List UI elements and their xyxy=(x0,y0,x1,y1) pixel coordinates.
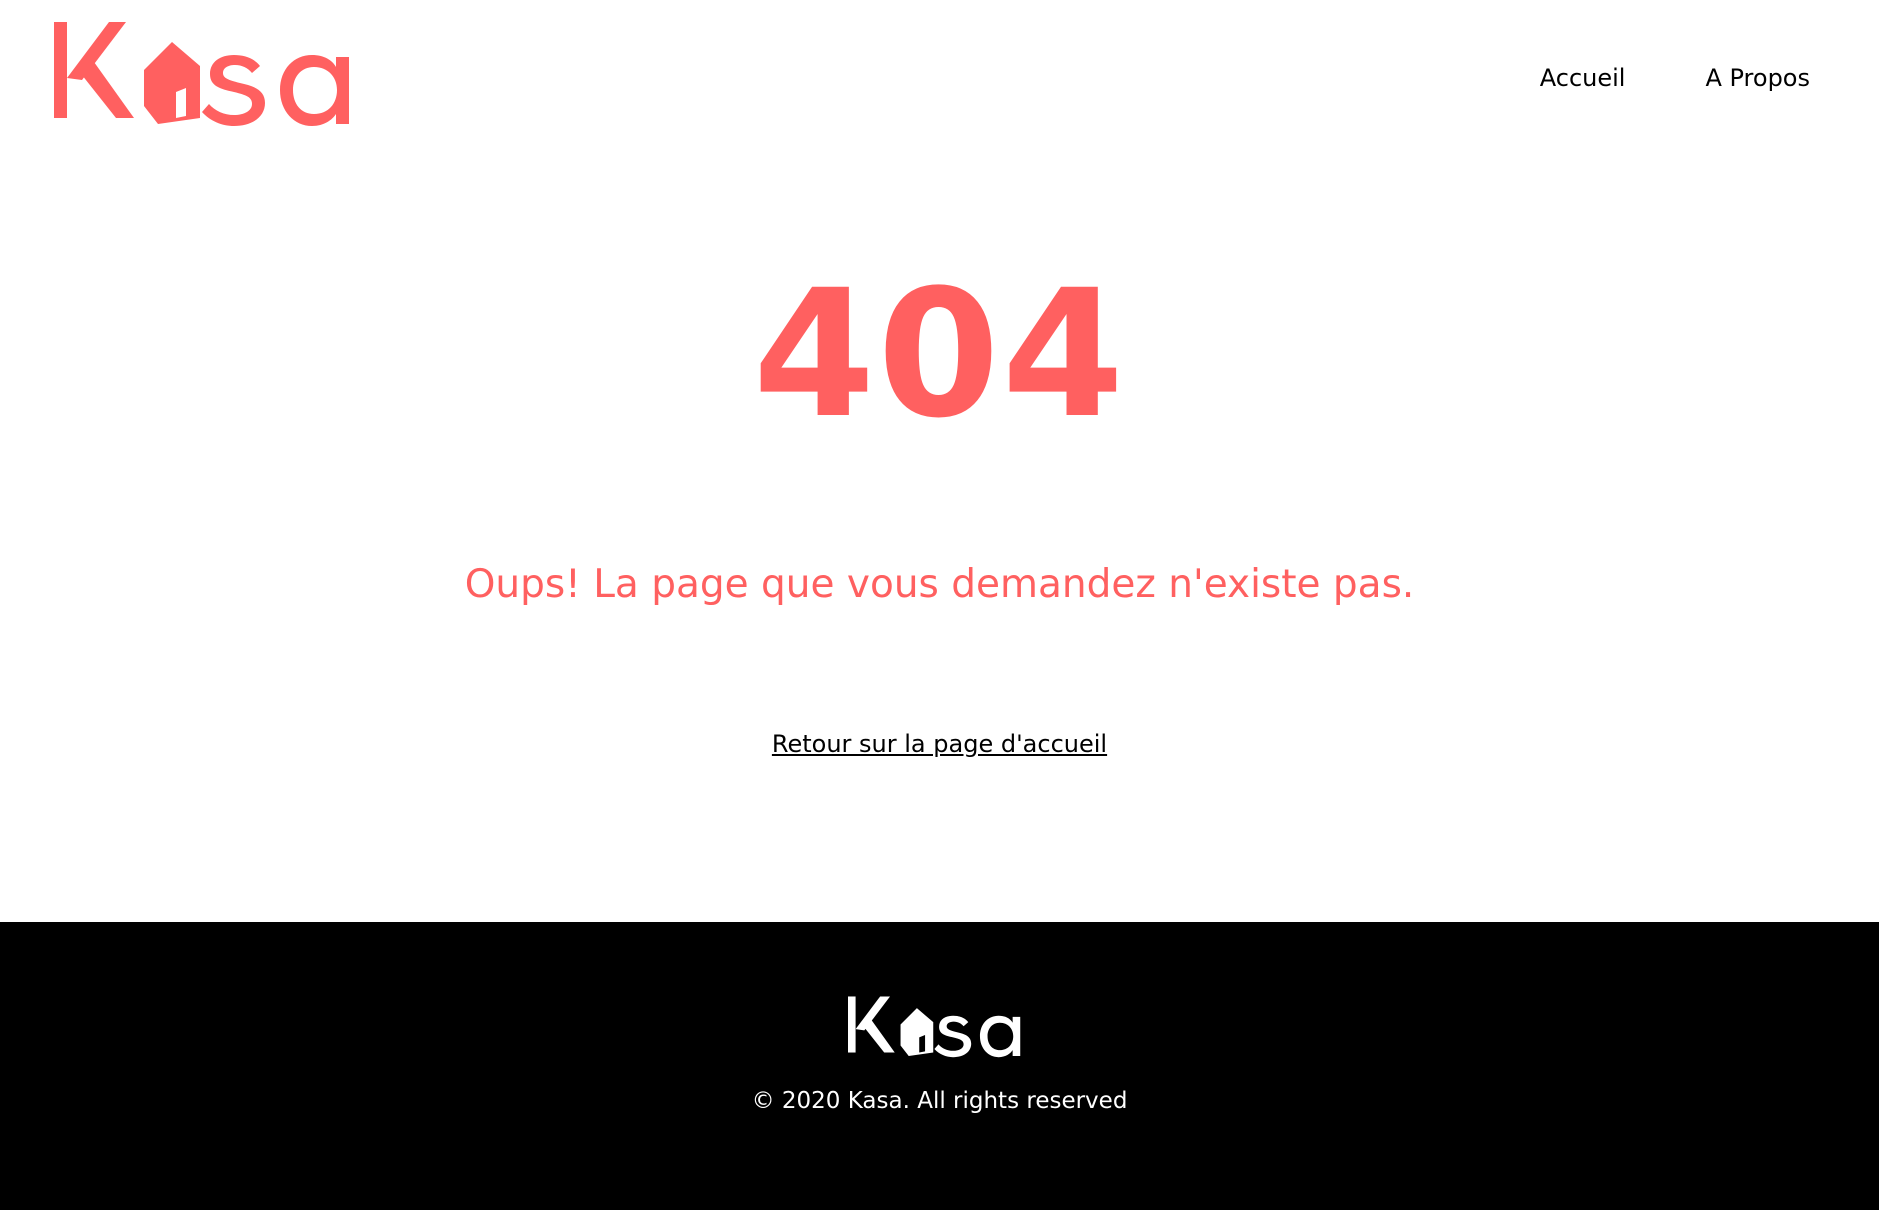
site-footer: © 2020 Kasa. All rights reserved xyxy=(0,922,1879,1210)
nav-accueil-link[interactable]: Accueil xyxy=(1540,62,1626,94)
copyright-text: © 2020 Kasa. All rights reserved xyxy=(751,1088,1128,1114)
kasa-footer-logo xyxy=(848,996,1021,1058)
main-nav: Accueil A Propos xyxy=(1540,62,1810,94)
error-message: Oups! La page que vous demandez n'existe… xyxy=(464,562,1415,607)
kasa-logo[interactable] xyxy=(54,22,376,130)
nav-a-propos-link[interactable]: A Propos xyxy=(1705,62,1810,94)
site-header: Accueil A Propos xyxy=(0,0,1879,150)
page: Accueil A Propos 404 Oups! La page que v… xyxy=(0,0,1879,1210)
home-link-container: Retour sur la page d'accueil xyxy=(0,728,1879,760)
error-code: 404 xyxy=(752,252,1127,457)
back-home-link[interactable]: Retour sur la page d'accueil xyxy=(772,730,1107,758)
